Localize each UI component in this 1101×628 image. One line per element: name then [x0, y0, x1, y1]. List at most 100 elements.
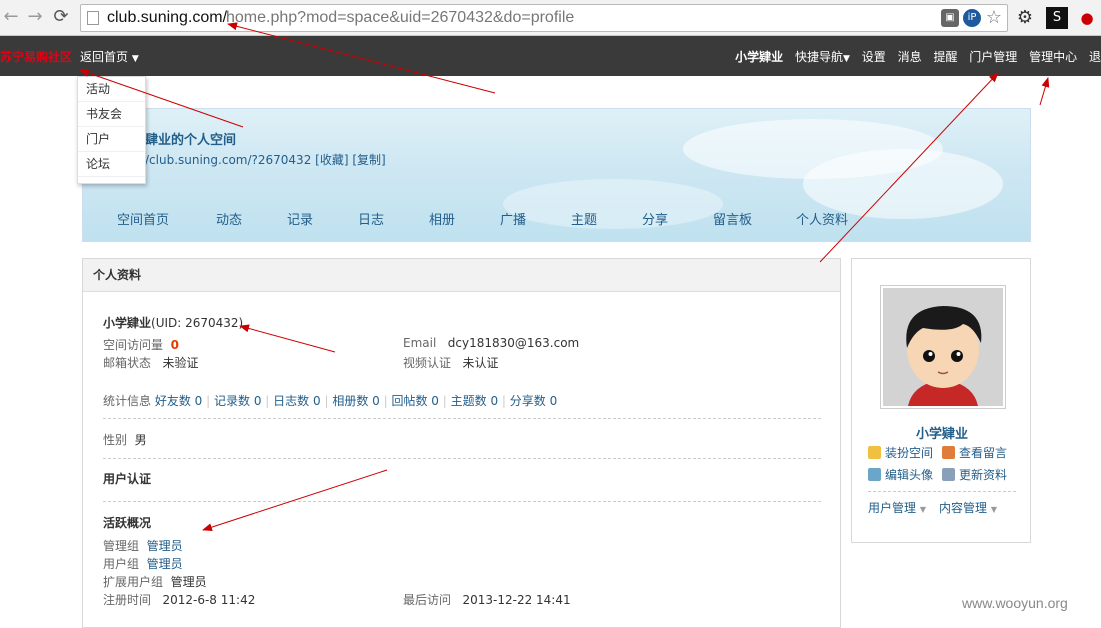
stat-shares[interactable]: 分享数 0: [510, 394, 557, 408]
admin-group-value[interactable]: 管理员: [147, 539, 183, 553]
tab-share[interactable]: 分享: [642, 209, 713, 228]
admin-group-row: 管理组 管理员: [103, 537, 183, 554]
stat-friends[interactable]: 好友数 0: [155, 394, 202, 408]
settings-gear-icon[interactable]: ⚙: [1014, 7, 1036, 29]
site-logo[interactable]: 苏宁易购社区: [0, 48, 72, 65]
dropdown-item-portal[interactable]: 门户: [78, 127, 145, 152]
content-management-menu[interactable]: 内容管理 ▼: [939, 499, 997, 516]
space-url: /club.suning.com/?2670432: [145, 153, 312, 167]
chevron-down-icon: ▼: [843, 54, 850, 64]
avatar-image: [883, 288, 1003, 406]
tab-blog[interactable]: 日志: [358, 209, 429, 228]
site-topbar: 苏宁易购社区 返回首页 ▼ 小学肄业 快捷导航▼ 设置 消息 提醒 门户管理 管…: [0, 36, 1101, 76]
reg-time-row: 注册时间 2012-6-8 11:42: [103, 591, 255, 608]
last-visit-label: 最后访问: [403, 593, 452, 607]
tab-guestbook[interactable]: 留言板: [713, 209, 796, 228]
portal-admin-link[interactable]: 门户管理: [969, 50, 1017, 64]
pencil-icon: [942, 446, 955, 459]
gender-value: 男: [134, 433, 147, 447]
profile-panel: 个人资料 小学肄业(UID: 2670432) 空间访问量 0 Email dc…: [82, 258, 841, 628]
user-auth-title: 用户认证: [103, 472, 152, 486]
chevron-down-icon: ▼: [919, 505, 926, 514]
decorate-space-label: 装扮空间: [885, 446, 934, 460]
copy-link[interactable]: [复制]: [352, 153, 385, 167]
ip-icon[interactable]: iP: [963, 9, 981, 27]
stats-row: 统计信息 好友数 0 | 记录数 0 | 日志数 0 | 相册数 0 | 回帖数…: [103, 394, 558, 408]
camera-icon[interactable]: ▣: [941, 9, 959, 27]
user-group-label: 用户组: [103, 557, 140, 571]
dropdown-item-bookclub[interactable]: 书友会: [78, 102, 145, 127]
tab-space-home[interactable]: 空间首页: [117, 209, 216, 228]
reload-icon[interactable]: ⟳: [50, 6, 72, 28]
gender-label: 性别: [103, 433, 128, 447]
visits-row: 空间访问量 0: [103, 336, 179, 353]
dropdown-item-forum[interactable]: 论坛: [78, 152, 145, 177]
tab-album[interactable]: 相册: [429, 209, 500, 228]
url-host: club.suning.com/: [107, 9, 228, 26]
address-bar[interactable]: club.suning.com/ home.php?mod=space&uid=…: [80, 4, 1008, 32]
admin-center-link[interactable]: 管理中心: [1029, 50, 1077, 64]
username-link[interactable]: 小学肄业: [735, 50, 783, 64]
tab-broadcast[interactable]: 广播: [500, 209, 571, 228]
decorate-space-link[interactable]: 装扮空间: [868, 444, 933, 461]
tab-feed[interactable]: 动态: [216, 209, 287, 228]
tab-profile[interactable]: 个人资料: [796, 209, 848, 228]
email-value: dcy181830@163.com: [447, 336, 580, 350]
bookmark-star-icon[interactable]: ☆: [985, 9, 1003, 27]
favorite-link[interactable]: [收藏]: [315, 153, 348, 167]
portrait-icon: [868, 468, 881, 481]
view-messages-label: 查看留言: [959, 446, 1008, 460]
stat-records[interactable]: 记录数 0: [214, 394, 261, 408]
messages-link[interactable]: 消息: [898, 50, 922, 64]
ext-group-row: 扩展用户组 管理员: [103, 573, 207, 590]
space-nav: 空间首页 动态 记录 日志 相册 广播 主题 分享 留言板 个人资料: [117, 209, 848, 228]
logout-link[interactable]: 退: [1089, 50, 1101, 64]
avatar-cartoon-icon: [883, 288, 1003, 406]
home-link[interactable]: 返回首页 ▼: [80, 48, 139, 65]
s-extension-icon[interactable]: S: [1046, 7, 1068, 29]
edit-avatar-label: 编辑头像: [885, 468, 934, 482]
ext-group-value: 管理员: [170, 575, 207, 589]
visits-value: 0: [170, 338, 180, 352]
update-profile-link[interactable]: 更新资料: [942, 466, 1007, 483]
user-group-value[interactable]: 管理员: [147, 557, 183, 571]
edit-avatar-link[interactable]: 编辑头像: [868, 466, 933, 483]
quicknav-menu[interactable]: 快捷导航▼: [795, 50, 850, 64]
video-auth-label: 视频认证: [403, 356, 452, 370]
last-visit-value: 2013-12-22 14:41: [462, 593, 571, 607]
tab-threads[interactable]: 主题: [571, 209, 642, 228]
stat-replies[interactable]: 回帖数 0: [391, 394, 438, 408]
reg-time-value: 2012-6-8 11:42: [162, 593, 256, 607]
mail-status-label: 邮箱状态: [103, 356, 152, 370]
stat-albums[interactable]: 相册数 0: [332, 394, 379, 408]
mail-status-row: 邮箱状态 未验证: [103, 354, 198, 371]
settings-link[interactable]: 设置: [862, 50, 886, 64]
back-icon[interactable]: ←: [0, 6, 22, 28]
dropdown-item-activity[interactable]: 活动: [78, 77, 145, 102]
view-messages-link[interactable]: 查看留言: [942, 444, 1007, 461]
stat-threads[interactable]: 主题数 0: [451, 394, 498, 408]
card-username[interactable]: 小学肄业: [852, 423, 1032, 442]
reminders-link[interactable]: 提醒: [933, 50, 957, 64]
forward-icon[interactable]: →: [24, 6, 46, 28]
user-card: 小学肄业 装扮空间 查看留言 编辑头像 更新资料 用户管理 ▼ 内容管理 ▼: [851, 258, 1031, 543]
ext-group-label: 扩展用户组: [103, 575, 164, 589]
email-row: Email dcy181830@163.com: [403, 336, 579, 350]
profile-header: 个人资料: [83, 259, 840, 292]
profile-username: 小学肄业: [103, 316, 152, 330]
user-management-menu[interactable]: 用户管理 ▼: [868, 499, 926, 516]
home-link-label: 返回首页: [80, 50, 129, 64]
stat-blogs[interactable]: 日志数 0: [273, 394, 320, 408]
santa-extension-icon[interactable]: ●: [1076, 7, 1098, 29]
visits-label: 空间访问量: [103, 338, 164, 352]
tab-records[interactable]: 记录: [287, 209, 358, 228]
chevron-down-icon: ▼: [131, 54, 139, 64]
avatar[interactable]: [880, 285, 1006, 409]
user-management-label: 用户管理: [868, 501, 917, 515]
gender-row: 性别 男: [103, 431, 147, 448]
space-url-line: /club.suning.com/?2670432 [收藏] [复制]: [145, 151, 386, 168]
space-banner: 肆业的个人空间 /club.suning.com/?2670432 [收藏] […: [82, 108, 1031, 242]
chevron-down-icon: ▼: [990, 505, 997, 514]
url-path: home.php?mod=space&uid=2670432&do=profil…: [226, 9, 575, 26]
divider: [103, 501, 821, 502]
